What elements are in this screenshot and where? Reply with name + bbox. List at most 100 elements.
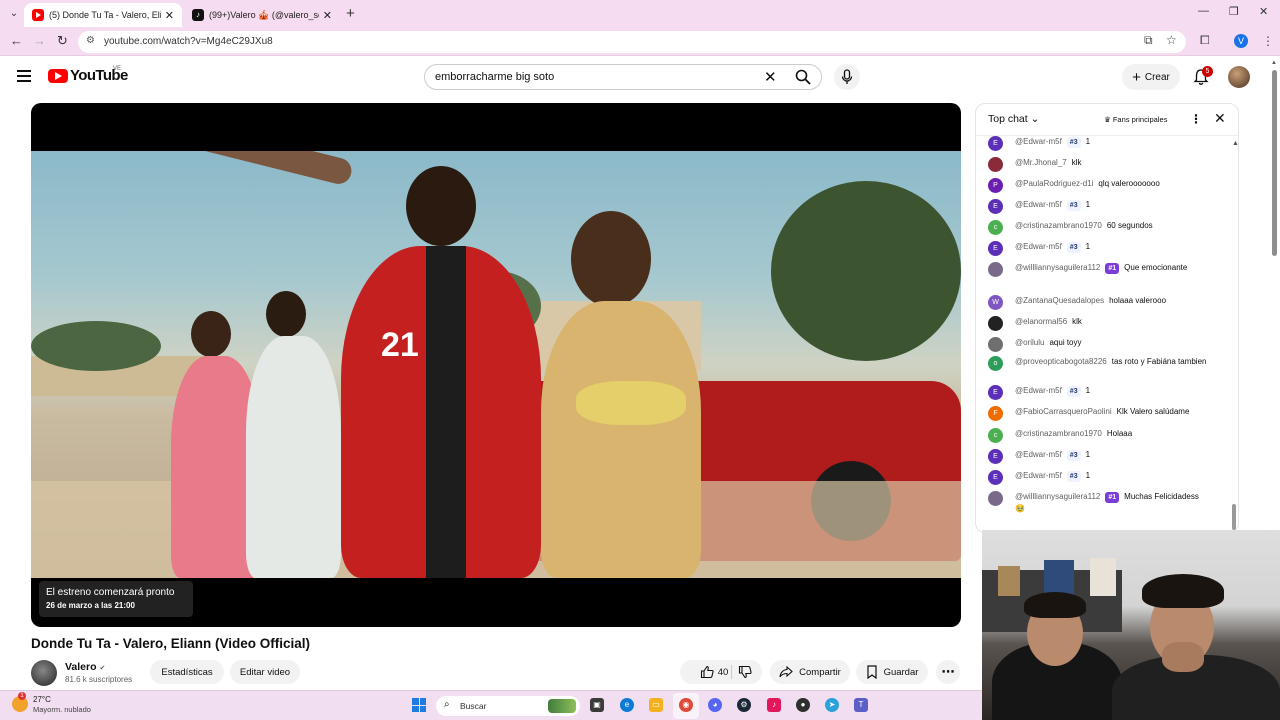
- chat-author-name[interactable]: @Edwar-m5f: [1015, 242, 1062, 251]
- search-bar[interactable]: emborracharme big soto ✕: [424, 64, 822, 90]
- chat-author-avatar[interactable]: [988, 316, 1003, 331]
- chat-author-name[interactable]: @orilulu: [1015, 338, 1044, 347]
- chat-author-name[interactable]: @willliannysaguilera112: [1015, 492, 1100, 501]
- window-close-icon[interactable]: ✕: [1259, 5, 1268, 18]
- teams-icon[interactable]: T: [854, 698, 868, 712]
- chat-author-name[interactable]: @cristinazambrano1970: [1015, 221, 1102, 230]
- chat-scroll-thumb[interactable]: [1232, 504, 1236, 530]
- share-button[interactable]: Compartir: [770, 660, 850, 684]
- chat-author-name[interactable]: @Edwar-m5f: [1015, 200, 1062, 209]
- chat-mode-dropdown[interactable]: Top chat ⌄: [988, 113, 1039, 125]
- chat-author-name[interactable]: @Edwar-m5f: [1015, 471, 1062, 480]
- tiktok-icon[interactable]: ♪: [767, 698, 781, 712]
- extensions-icon[interactable]: ⧠: [1200, 33, 1210, 48]
- chat-message: @orilulu aqui toyy: [988, 337, 1210, 352]
- channel-name-row[interactable]: Valero ✔: [65, 661, 105, 673]
- chat-message: c @cristinazambrano1970 Holaaa: [988, 428, 1210, 443]
- chat-author-name[interactable]: @Mr.Jhonal_7: [1015, 158, 1067, 167]
- weather-temperature[interactable]: 27°C: [33, 695, 51, 704]
- tab-youtube[interactable]: (5) Donde Tu Ta - Valero, Eliann ✕: [24, 3, 182, 27]
- search-input[interactable]: emborracharme big soto: [435, 71, 554, 83]
- chat-author-name[interactable]: @Edwar-m5f: [1015, 137, 1062, 146]
- chat-scrollbar[interactable]: ▲: [1232, 140, 1238, 530]
- chat-author-name[interactable]: @ZantanaQuesadalopes: [1015, 296, 1104, 305]
- account-avatar[interactable]: [1228, 66, 1250, 88]
- chat-author-avatar[interactable]: [988, 262, 1003, 277]
- windows-start-icon[interactable]: [412, 698, 426, 712]
- chat-author-name[interactable]: @elanormal56: [1015, 317, 1067, 326]
- chat-author-avatar[interactable]: c: [988, 220, 1003, 235]
- obs-icon[interactable]: ●: [796, 698, 810, 712]
- discord-icon[interactable]: ◕: [708, 698, 722, 712]
- search-icon[interactable]: [795, 69, 811, 85]
- file-explorer-icon[interactable]: ▭: [649, 698, 663, 712]
- telegram-icon[interactable]: ➤: [825, 698, 839, 712]
- chat-author-avatar[interactable]: [988, 491, 1003, 506]
- task-view-icon[interactable]: ▣: [590, 698, 604, 712]
- site-info-icon[interactable]: ⚙: [86, 35, 95, 46]
- scroll-up-icon[interactable]: ▲: [1232, 140, 1238, 147]
- edge-icon[interactable]: e: [620, 698, 634, 712]
- fans-filter-button[interactable]: ♛ Fans principales: [1104, 115, 1167, 124]
- save-button[interactable]: Guardar: [856, 660, 928, 684]
- jersey-number: 21: [381, 326, 419, 364]
- chat-author-name[interactable]: @proveopticabogota8226: [1015, 357, 1107, 366]
- weather-condition[interactable]: Mayorm. nublado: [33, 705, 91, 714]
- tab-close-icon[interactable]: ✕: [165, 9, 174, 22]
- like-button[interactable]: 40: [700, 665, 728, 679]
- tab-tiktok[interactable]: ♪ (99+)Valero 🎪 (@valero_soy) | ✕: [184, 3, 340, 27]
- chat-author-avatar[interactable]: F: [988, 406, 1003, 421]
- chat-author-avatar[interactable]: E: [988, 199, 1003, 214]
- video-player[interactable]: 21 El estreno comenzará pronto 26 de mar…: [31, 103, 961, 627]
- chat-author-avatar[interactable]: [988, 337, 1003, 352]
- chat-author-name[interactable]: @PaulaRodriguez-d1i: [1015, 179, 1093, 188]
- chat-author-avatar[interactable]: P: [988, 178, 1003, 193]
- bookmark-star-icon[interactable]: ☆: [1166, 33, 1177, 47]
- steam-icon[interactable]: ⚙: [737, 698, 751, 712]
- scroll-up-icon[interactable]: ▲: [1271, 60, 1277, 66]
- chat-author-avatar[interactable]: c: [988, 428, 1003, 443]
- chat-options-icon[interactable]: ⋮: [1190, 112, 1202, 126]
- chat-author-name[interactable]: @Edwar-m5f: [1015, 450, 1062, 459]
- channel-name[interactable]: Valero: [65, 661, 97, 673]
- youtube-logo-icon[interactable]: [48, 69, 68, 83]
- taskbar-search[interactable]: ⌕ Buscar: [436, 696, 580, 716]
- reload-icon[interactable]: ↻: [57, 33, 68, 49]
- page-scroll-thumb[interactable]: [1272, 70, 1277, 256]
- restore-icon[interactable]: ❐: [1229, 5, 1239, 18]
- channel-avatar[interactable]: [31, 660, 57, 686]
- clear-search-icon[interactable]: ✕: [764, 68, 777, 86]
- install-app-icon[interactable]: ⧉: [1144, 33, 1153, 48]
- tab-close-icon[interactable]: ✕: [323, 9, 332, 22]
- chat-author-avatar[interactable]: E: [988, 470, 1003, 485]
- chat-author-avatar[interactable]: o: [988, 356, 1003, 371]
- more-actions-icon[interactable]: ⋯: [936, 660, 960, 684]
- forward-arrow-icon[interactable]: →: [33, 33, 46, 48]
- minimize-icon[interactable]: —: [1198, 5, 1209, 17]
- chat-author-avatar[interactable]: W: [988, 295, 1003, 310]
- create-button[interactable]: + Crear: [1122, 64, 1180, 90]
- chat-author-avatar[interactable]: [988, 157, 1003, 172]
- chat-author-avatar[interactable]: E: [988, 241, 1003, 256]
- back-arrow-icon[interactable]: ←: [10, 33, 23, 48]
- chat-author-name[interactable]: @FabioCarrasqueroPaolini: [1015, 407, 1112, 416]
- chat-author-avatar[interactable]: E: [988, 136, 1003, 151]
- chat-author-avatar[interactable]: E: [988, 385, 1003, 400]
- chat-author-name[interactable]: @willliannysaguilera112: [1015, 263, 1100, 272]
- stats-button[interactable]: Estadísticas: [150, 660, 224, 684]
- chat-author-name[interactable]: @Edwar-m5f: [1015, 386, 1062, 395]
- menu-hamburger-icon[interactable]: [17, 70, 31, 82]
- chat-close-icon[interactable]: ✕: [1214, 110, 1226, 127]
- profile-avatar[interactable]: V: [1234, 34, 1248, 48]
- browser-menu-icon[interactable]: ⋮: [1262, 34, 1274, 48]
- chat-author-name[interactable]: @cristinazambrano1970: [1015, 429, 1102, 438]
- voice-search-button[interactable]: [834, 64, 860, 90]
- chat-author-avatar[interactable]: E: [988, 449, 1003, 464]
- url-field[interactable]: ⚙ youtube.com/watch?v=Mg4eC29JXu8: [78, 31, 1186, 53]
- new-tab-icon[interactable]: +: [346, 5, 355, 22]
- thumbs-down-icon[interactable]: [738, 665, 752, 679]
- edit-video-button[interactable]: Editar video: [230, 660, 300, 684]
- tab-search-chevron-icon[interactable]: ⌄: [6, 6, 22, 22]
- premiere-status: El estreno comenzará pronto: [46, 587, 175, 598]
- chrome-icon[interactable]: ◉: [679, 698, 693, 712]
